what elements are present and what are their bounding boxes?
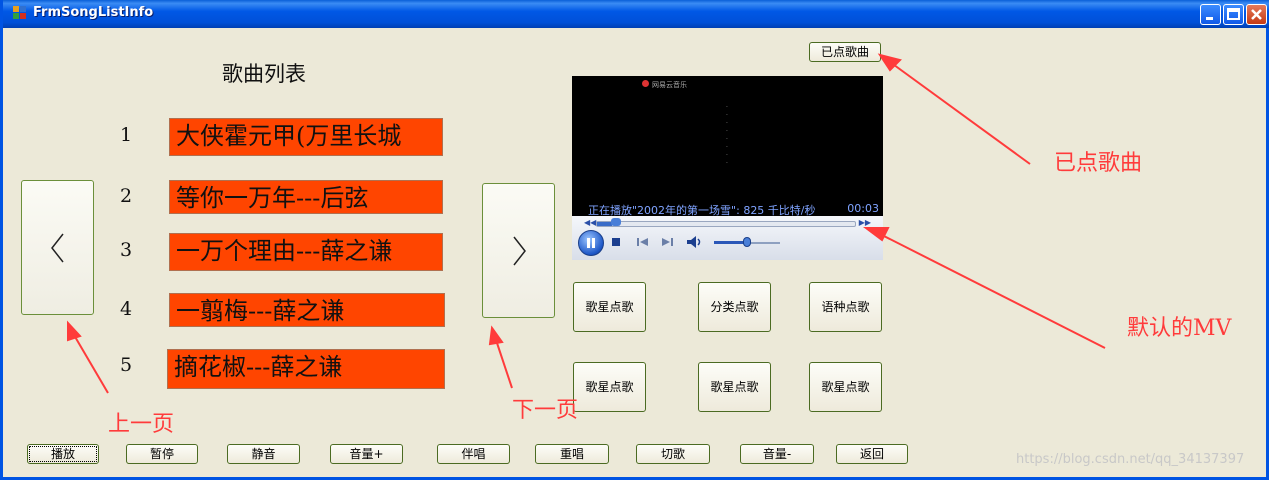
annotation-next-page: 下一页: [512, 398, 579, 423]
watermark: https://blog.csdn.net/qq_34137397: [1016, 452, 1245, 467]
arrow-head-icon: [863, 227, 890, 242]
arrow-head-icon: [67, 320, 82, 342]
annotation-arrows: [67, 53, 1106, 394]
annotation-prev-page: 上一页: [108, 412, 175, 437]
annotation-default-mv: 默认的MV: [1127, 316, 1232, 341]
annotation-selected-songs: 已点歌曲: [1054, 151, 1143, 176]
arrow-head-icon: [488, 325, 504, 346]
